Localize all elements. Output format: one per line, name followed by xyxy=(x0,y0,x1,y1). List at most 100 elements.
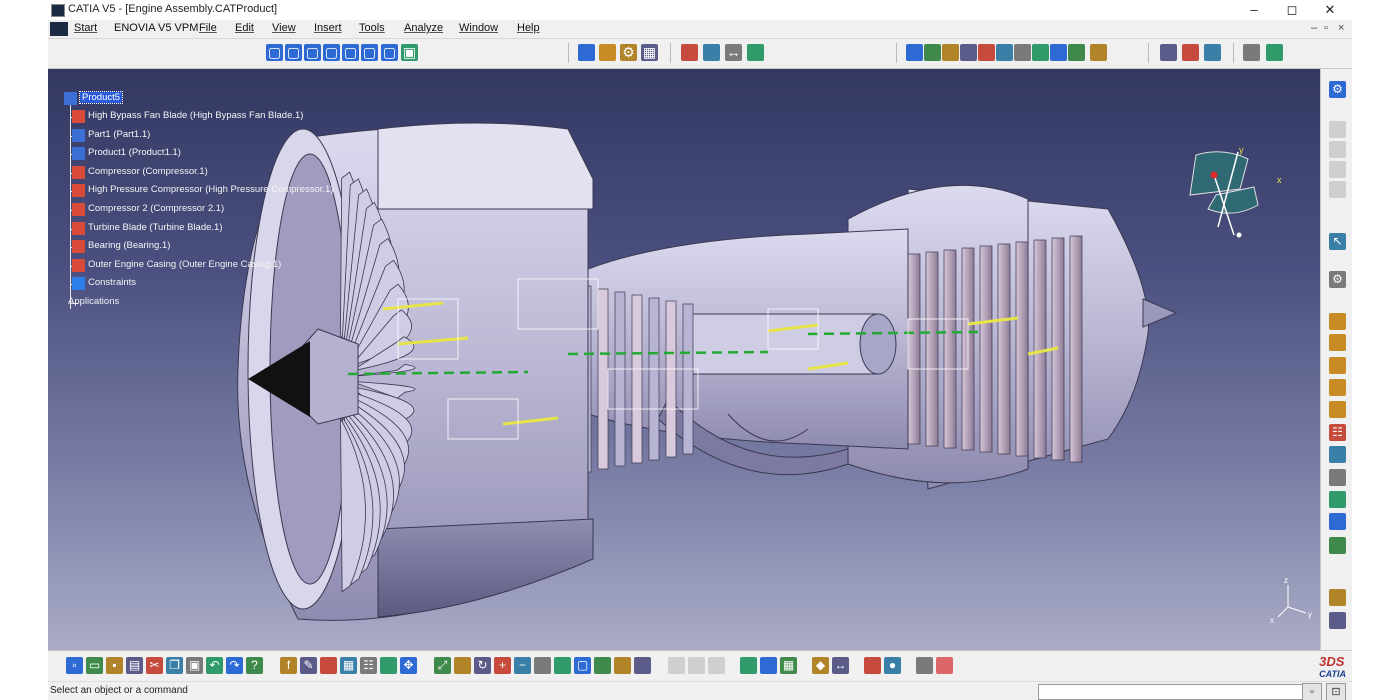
snap-icon[interactable] xyxy=(1329,612,1346,629)
edit-icon[interactable] xyxy=(996,44,1013,61)
table-icon[interactable]: ▦ xyxy=(780,657,797,674)
paint-icon[interactable] xyxy=(1032,44,1049,61)
help-icon[interactable]: ? xyxy=(246,657,263,674)
maximize-button[interactable]: ◻ xyxy=(1272,1,1312,19)
component-icon[interactable] xyxy=(747,44,764,61)
close-button[interactable]: ✕ xyxy=(1310,1,1350,19)
tools-icon[interactable] xyxy=(1329,513,1346,530)
cube-icon[interactable]: ▢ xyxy=(266,44,283,61)
render-icon[interactable] xyxy=(594,657,611,674)
sketch-icon[interactable] xyxy=(906,44,923,61)
paste-icon[interactable]: ▣ xyxy=(186,657,203,674)
swap-icon[interactable] xyxy=(634,657,651,674)
zoom-out-icon[interactable]: − xyxy=(514,657,531,674)
product-icon[interactable] xyxy=(599,44,616,61)
copy-icon[interactable]: ❐ xyxy=(166,657,183,674)
menu-start[interactable]: Start xyxy=(74,22,97,34)
cube-icon[interactable]: ▢ xyxy=(323,44,340,61)
command-input[interactable] xyxy=(1038,684,1304,700)
catia-app-icon[interactable] xyxy=(51,4,65,17)
cube-icon[interactable]: ▢ xyxy=(304,44,321,61)
fast-multi-icon[interactable] xyxy=(1090,44,1107,61)
zoom-in-icon[interactable]: + xyxy=(494,657,511,674)
comment-icon[interactable]: ✎ xyxy=(300,657,317,674)
start-icon[interactable] xyxy=(50,22,68,36)
measure-icon[interactable]: ↔ xyxy=(832,657,849,674)
compass-icon[interactable] xyxy=(1050,44,1067,61)
fit-all-icon[interactable]: ⤢ xyxy=(434,657,451,674)
menu-help[interactable]: Help xyxy=(517,22,540,34)
open-icon[interactable]: ▭ xyxy=(86,657,103,674)
menu-tools[interactable]: Tools xyxy=(359,22,385,34)
move-icon[interactable] xyxy=(1068,44,1085,61)
menu-window[interactable]: Window xyxy=(459,22,498,34)
analysis-icon[interactable] xyxy=(916,657,933,674)
menu-enovia[interactable]: ENOVIA V5 VPM xyxy=(114,22,198,34)
rotate-icon[interactable]: ↻ xyxy=(474,657,491,674)
cut-icon[interactable]: ✂ xyxy=(146,657,163,674)
menu-file[interactable]: File xyxy=(199,22,217,34)
mdi-minimize-button[interactable]: – xyxy=(1311,22,1317,34)
catalog-icon[interactable] xyxy=(1014,44,1031,61)
publish-icon[interactable] xyxy=(1243,44,1260,61)
assembly-icon[interactable] xyxy=(578,44,595,61)
views-icon[interactable] xyxy=(554,657,571,674)
engine-assembly-model[interactable]: y x z y x xyxy=(48,69,1320,650)
hide-show-icon[interactable] xyxy=(614,657,631,674)
redo-icon[interactable]: ↷ xyxy=(226,657,243,674)
replace-icon[interactable] xyxy=(1329,379,1346,396)
formula-icon[interactable]: f xyxy=(280,657,297,674)
menu-insert[interactable]: Insert xyxy=(314,22,342,34)
menu-view[interactable]: View xyxy=(272,22,296,34)
fly-icon[interactable] xyxy=(454,657,471,674)
menu-analyze[interactable]: Analyze xyxy=(404,22,443,34)
power-input-button[interactable]: ⊡ xyxy=(1326,683,1346,700)
constraint-icon[interactable] xyxy=(681,44,698,61)
new-icon[interactable]: ▫ xyxy=(66,657,83,674)
lamp-icon[interactable]: ◆ xyxy=(812,657,829,674)
cube-icon[interactable]: ▢ xyxy=(342,44,359,61)
grid-icon[interactable] xyxy=(936,657,953,674)
gear-icon[interactable]: ⚙ xyxy=(1329,81,1346,98)
view-icon[interactable]: ▣ xyxy=(401,44,418,61)
analysis-icon[interactable] xyxy=(942,44,959,61)
save-icon[interactable]: ▪ xyxy=(106,657,123,674)
minimize-button[interactable]: – xyxy=(1234,1,1274,19)
replace-icon[interactable] xyxy=(1329,401,1346,418)
explode-icon[interactable] xyxy=(1160,44,1177,61)
bom-icon[interactable] xyxy=(1329,469,1346,486)
section-icon[interactable] xyxy=(960,44,977,61)
update-icon[interactable] xyxy=(1204,44,1221,61)
cube-icon[interactable]: ▢ xyxy=(381,44,398,61)
clash-icon[interactable] xyxy=(978,44,995,61)
stack-icon[interactable] xyxy=(760,657,777,674)
normal-view-icon[interactable] xyxy=(534,657,551,674)
table-icon[interactable]: ▦ xyxy=(340,657,357,674)
camera-icon[interactable] xyxy=(740,657,757,674)
menu-edit[interactable]: Edit xyxy=(235,22,254,34)
product-icon[interactable] xyxy=(1329,313,1346,330)
status-icon-button[interactable]: ▫ xyxy=(1302,683,1322,700)
product-icon[interactable] xyxy=(1329,334,1346,351)
material-icon[interactable] xyxy=(864,657,881,674)
reconcile-icon[interactable] xyxy=(1266,44,1283,61)
cube-icon[interactable]: ▢ xyxy=(285,44,302,61)
material-icon[interactable] xyxy=(924,44,941,61)
graph-icon[interactable]: ☷ xyxy=(1329,424,1346,441)
cube-icon[interactable]: ▢ xyxy=(574,657,591,674)
gear-icon[interactable]: ⚙ xyxy=(620,44,637,61)
cube-icon[interactable]: ▢ xyxy=(361,44,378,61)
mdi-restore-button[interactable]: ▫ xyxy=(1324,22,1328,34)
sphere-icon[interactable]: ● xyxy=(884,657,901,674)
product-icon[interactable] xyxy=(1329,357,1346,374)
table-icon[interactable]: ▦ xyxy=(641,44,658,61)
snap-icon[interactable] xyxy=(703,44,720,61)
print-icon[interactable]: ▤ xyxy=(126,657,143,674)
measure-icon[interactable]: ↔ xyxy=(725,44,742,61)
hide-icon[interactable] xyxy=(380,657,397,674)
cog-icon[interactable]: ⚙ xyxy=(1329,271,1346,288)
flexible-icon[interactable] xyxy=(1329,589,1346,606)
reorder-icon[interactable] xyxy=(1329,446,1346,463)
fix-icon[interactable] xyxy=(1329,537,1346,554)
mdi-close-button[interactable]: × xyxy=(1338,22,1344,34)
